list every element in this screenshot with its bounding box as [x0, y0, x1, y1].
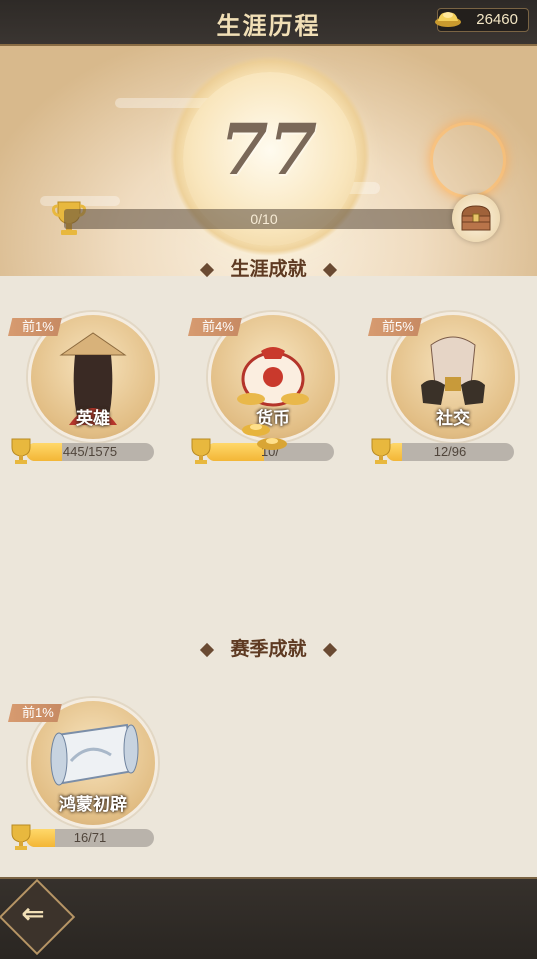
career-section-title: 生涯成就: [0, 254, 537, 281]
rank-tag: 前1%: [8, 704, 62, 722]
reward-chest-button[interactable]: [452, 194, 500, 242]
currency-amount: 26460: [476, 11, 518, 28]
card-progress-bar: 12/96: [386, 443, 514, 461]
top-bar: 生涯历程 26460: [0, 0, 537, 46]
trophy-icon: [191, 438, 211, 464]
card-progress-text: 12/96: [433, 444, 467, 459]
achievement-card-hero[interactable]: 前1% 英雄 445/1575: [8, 312, 168, 464]
bottom-bar: [0, 877, 537, 959]
diamond-ornament-icon: [200, 642, 215, 657]
trophy-icon: [11, 824, 31, 850]
trophy-icon: [371, 438, 391, 464]
season-section-title: 赛季成就: [0, 634, 537, 661]
diamond-ornament-icon: [322, 262, 337, 277]
treasure-chest-icon: [461, 205, 491, 231]
card-label: 社交: [436, 409, 470, 429]
achievement-card-currency[interactable]: 前4% 货币 10/: [188, 312, 348, 464]
card-label: 鸿蒙初辟: [59, 795, 127, 815]
card-progress-bar: 16/71: [26, 829, 154, 847]
career-banner: 77: [0, 46, 537, 276]
rank-tag: 前4%: [188, 318, 242, 336]
currency-display[interactable]: 26460: [435, 8, 529, 32]
back-arrow-icon: ⇐: [21, 898, 45, 930]
career-progress-text: 0/10: [250, 211, 278, 227]
card-label: 英雄: [76, 409, 110, 429]
trophy-icon: [11, 438, 31, 464]
gold-ingot-icon: [435, 12, 461, 27]
diamond-ornament-icon: [322, 642, 337, 657]
rank-tag: 前1%: [8, 318, 62, 336]
card-progress-text: 16/71: [73, 830, 107, 845]
career-progress-bar: 0/10: [64, 209, 464, 229]
gold-ingot-icon: [242, 424, 287, 450]
rank-tag: 前5%: [368, 318, 422, 336]
card-progress-bar: 445/1575: [26, 443, 154, 461]
achievement-card-season[interactable]: 前1% 鸿蒙初辟 16/71: [8, 698, 168, 850]
achievement-card-social[interactable]: 前5% 社交 12/96: [368, 312, 528, 464]
diamond-ornament-icon: [200, 262, 215, 277]
card-progress-text: 445/1575: [62, 444, 118, 459]
glow-ring-decoration: [430, 122, 506, 198]
